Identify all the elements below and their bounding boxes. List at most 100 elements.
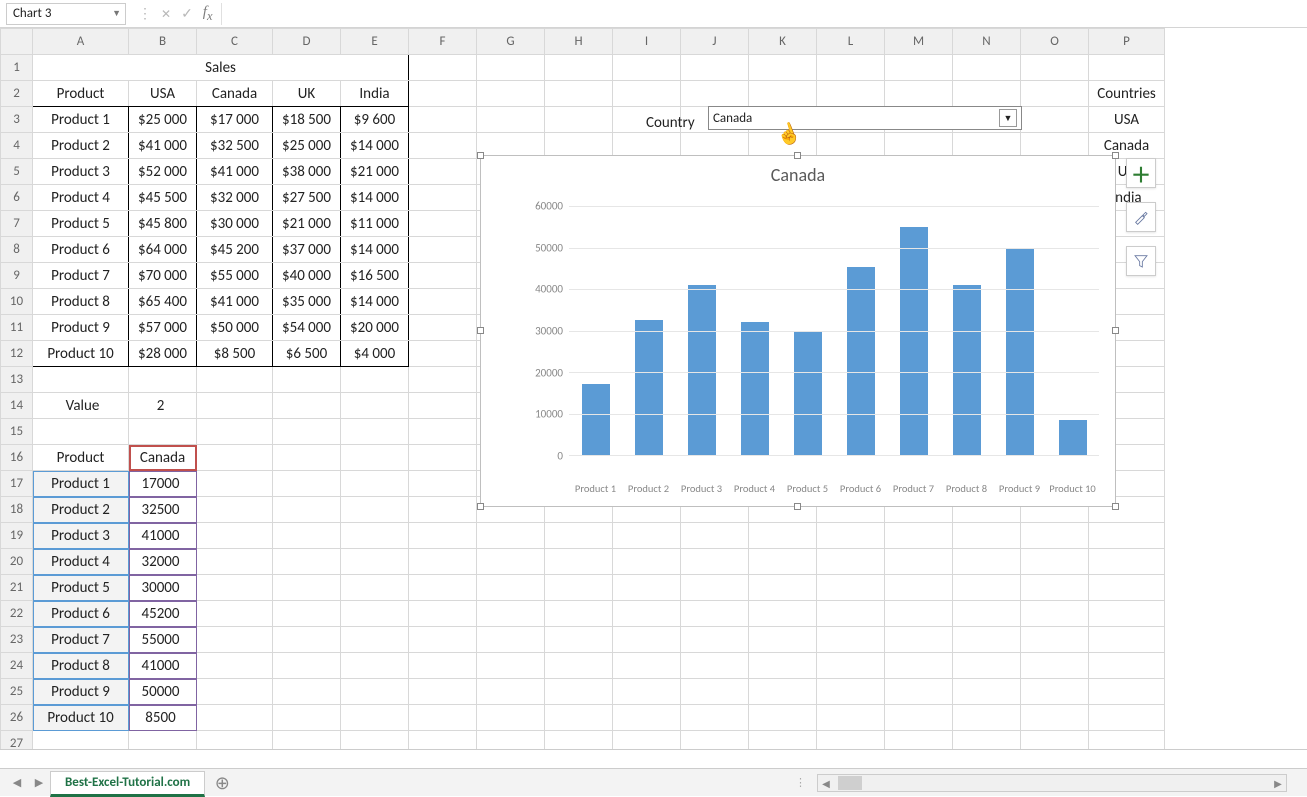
cell[interactable] bbox=[409, 575, 477, 601]
cell[interactable]: $41 000 bbox=[129, 133, 197, 159]
cell[interactable] bbox=[477, 107, 545, 133]
cell[interactable]: Canada bbox=[129, 445, 197, 471]
cell[interactable] bbox=[953, 705, 1021, 731]
cell[interactable]: $21 000 bbox=[273, 211, 341, 237]
cell[interactable]: 2 bbox=[129, 393, 197, 419]
row-header-3[interactable]: 3 bbox=[1, 107, 33, 133]
cell[interactable]: 55000 bbox=[129, 627, 197, 653]
cell[interactable] bbox=[681, 55, 749, 81]
cell[interactable] bbox=[409, 211, 477, 237]
cell[interactable]: Value bbox=[33, 393, 129, 419]
cell[interactable] bbox=[749, 731, 817, 751]
cell[interactable] bbox=[273, 497, 341, 523]
cell[interactable]: $65 400 bbox=[129, 289, 197, 315]
cell[interactable] bbox=[409, 367, 477, 393]
cell[interactable] bbox=[477, 549, 545, 575]
cell[interactable]: $41 000 bbox=[197, 289, 273, 315]
row-header-8[interactable]: 8 bbox=[1, 237, 33, 263]
cell[interactable]: 17000 bbox=[129, 471, 197, 497]
cell[interactable] bbox=[613, 653, 681, 679]
cell[interactable]: 45200 bbox=[129, 601, 197, 627]
cell[interactable] bbox=[409, 315, 477, 341]
chart-filter-button[interactable] bbox=[1126, 246, 1156, 276]
cell[interactable] bbox=[545, 549, 613, 575]
cell[interactable] bbox=[477, 523, 545, 549]
cell[interactable]: $25 000 bbox=[129, 107, 197, 133]
cell[interactable]: Product 6 bbox=[33, 601, 129, 627]
cell[interactable] bbox=[477, 601, 545, 627]
cell[interactable] bbox=[1021, 523, 1089, 549]
cell[interactable] bbox=[197, 575, 273, 601]
horizontal-scrollbar[interactable]: ◀▶ bbox=[817, 774, 1287, 792]
cell[interactable]: Product 5 bbox=[33, 575, 129, 601]
cell[interactable] bbox=[273, 575, 341, 601]
cell[interactable] bbox=[341, 393, 409, 419]
cell[interactable]: $70 000 bbox=[129, 263, 197, 289]
cell[interactable] bbox=[33, 367, 129, 393]
cell[interactable] bbox=[953, 575, 1021, 601]
cell[interactable] bbox=[545, 731, 613, 751]
col-header-J[interactable]: J bbox=[681, 29, 749, 55]
cell[interactable] bbox=[953, 731, 1021, 751]
cell[interactable] bbox=[749, 81, 817, 107]
sheet-nav[interactable]: ◀▶ bbox=[0, 776, 50, 789]
cell[interactable]: $14 000 bbox=[341, 185, 409, 211]
country-dropdown[interactable]: Canada ▼ bbox=[708, 106, 1022, 130]
chart-bar[interactable] bbox=[1059, 420, 1087, 455]
col-header-B[interactable]: B bbox=[129, 29, 197, 55]
cell[interactable]: $50 000 bbox=[197, 315, 273, 341]
cell[interactable]: $41 000 bbox=[197, 159, 273, 185]
row-header-22[interactable]: 22 bbox=[1, 601, 33, 627]
cell[interactable] bbox=[129, 419, 197, 445]
cell[interactable] bbox=[681, 679, 749, 705]
cell[interactable] bbox=[273, 523, 341, 549]
cell[interactable] bbox=[953, 601, 1021, 627]
cell[interactable] bbox=[341, 445, 409, 471]
cell[interactable] bbox=[409, 289, 477, 315]
cell[interactable] bbox=[409, 627, 477, 653]
cell[interactable]: $14 000 bbox=[341, 133, 409, 159]
cell[interactable] bbox=[409, 471, 477, 497]
cell[interactable]: $32 500 bbox=[197, 133, 273, 159]
cell[interactable] bbox=[817, 523, 885, 549]
cell[interactable] bbox=[1021, 575, 1089, 601]
row-header-15[interactable]: 15 bbox=[1, 419, 33, 445]
cell[interactable] bbox=[1021, 679, 1089, 705]
cell[interactable]: Product 2 bbox=[33, 497, 129, 523]
cell[interactable] bbox=[477, 731, 545, 751]
scroll-split-icon[interactable]: ⋮ bbox=[795, 776, 807, 789]
cell[interactable] bbox=[545, 523, 613, 549]
col-header-K[interactable]: K bbox=[749, 29, 817, 55]
cell[interactable] bbox=[681, 549, 749, 575]
cell[interactable] bbox=[273, 705, 341, 731]
cell[interactable]: $11 000 bbox=[341, 211, 409, 237]
row-header-24[interactable]: 24 bbox=[1, 653, 33, 679]
cell[interactable]: Product 1 bbox=[33, 471, 129, 497]
cell[interactable]: $45 500 bbox=[129, 185, 197, 211]
cell[interactable] bbox=[273, 445, 341, 471]
cell[interactable] bbox=[885, 679, 953, 705]
cell[interactable]: $20 000 bbox=[341, 315, 409, 341]
cell[interactable] bbox=[409, 523, 477, 549]
cell[interactable] bbox=[749, 627, 817, 653]
cell[interactable] bbox=[953, 549, 1021, 575]
cell[interactable] bbox=[197, 445, 273, 471]
add-sheet-button[interactable]: ⊕ bbox=[205, 772, 239, 794]
cell[interactable]: 41000 bbox=[129, 653, 197, 679]
cell[interactable] bbox=[409, 419, 477, 445]
cell[interactable] bbox=[1021, 627, 1089, 653]
cell[interactable] bbox=[885, 601, 953, 627]
cell[interactable] bbox=[953, 523, 1021, 549]
cell[interactable] bbox=[681, 731, 749, 751]
cell[interactable] bbox=[477, 55, 545, 81]
cell[interactable] bbox=[341, 731, 409, 751]
cell[interactable] bbox=[341, 653, 409, 679]
cell[interactable] bbox=[409, 601, 477, 627]
cell[interactable] bbox=[817, 55, 885, 81]
cell[interactable] bbox=[409, 549, 477, 575]
cell[interactable] bbox=[817, 705, 885, 731]
cell[interactable] bbox=[409, 107, 477, 133]
chart-styles-button[interactable] bbox=[1126, 202, 1156, 232]
cell[interactable] bbox=[1089, 627, 1165, 653]
cell[interactable] bbox=[341, 705, 409, 731]
